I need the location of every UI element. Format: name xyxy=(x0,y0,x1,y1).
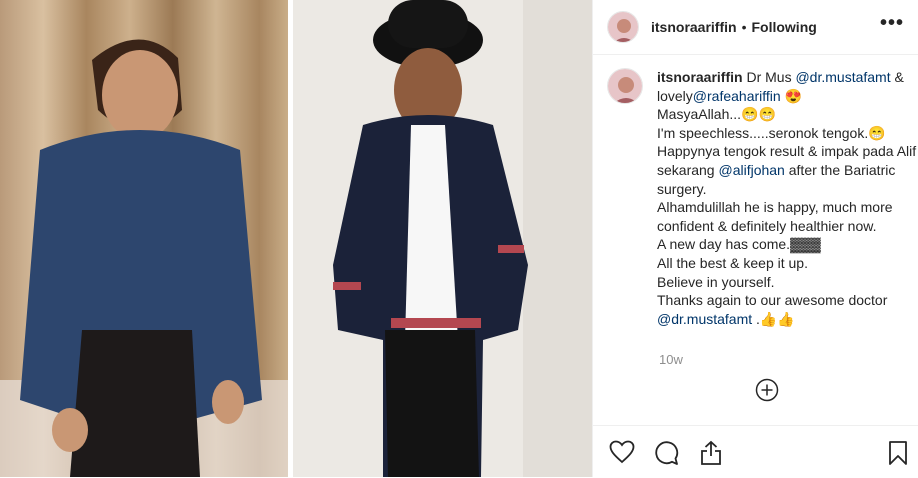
instagram-post: itsnoraariffin • Following ••• itsnoraar… xyxy=(0,0,918,477)
caption-username[interactable]: itsnoraariffin xyxy=(657,69,743,85)
post-header: itsnoraariffin • Following ••• xyxy=(593,0,918,55)
comment-icon[interactable] xyxy=(653,440,679,471)
before-photo xyxy=(0,0,288,477)
caption-segment: Dr Mus xyxy=(742,69,796,85)
more-options-icon[interactable]: ••• xyxy=(880,12,904,35)
caption-segment: after the Bariatric surgery. Alhamdulill… xyxy=(657,161,896,309)
caption-segment: .👍👍 xyxy=(752,310,795,327)
caption-text: itsnoraariffin Dr Mus @dr.mustafamt & lo… xyxy=(657,68,918,328)
mention-link[interactable]: @rafeahariffin xyxy=(693,88,781,104)
caption-comment: itsnoraariffin Dr Mus @dr.mustafamt & lo… xyxy=(607,68,918,328)
mention-link[interactable]: @dr.mustafamt xyxy=(657,311,752,327)
heart-icon[interactable] xyxy=(609,440,635,469)
mention-link[interactable]: @dr.mustafamt xyxy=(795,69,890,85)
mention-link[interactable]: @alifjohan xyxy=(718,162,784,178)
avatar[interactable] xyxy=(607,68,643,104)
separator-dot: • xyxy=(741,19,747,35)
action-bar xyxy=(593,425,918,478)
share-icon[interactable] xyxy=(699,440,723,471)
avatar[interactable] xyxy=(607,11,639,43)
following-button[interactable]: Following xyxy=(751,19,816,35)
post-sidebar: itsnoraariffin • Following ••• itsnoraar… xyxy=(592,0,918,477)
plus-circle-icon[interactable] xyxy=(755,378,779,407)
bookmark-icon[interactable] xyxy=(888,440,908,471)
after-photo xyxy=(293,0,592,477)
post-media[interactable] xyxy=(0,0,592,477)
time-ago[interactable]: 10w xyxy=(659,352,683,367)
username-link[interactable]: itsnoraariffin xyxy=(651,19,737,35)
